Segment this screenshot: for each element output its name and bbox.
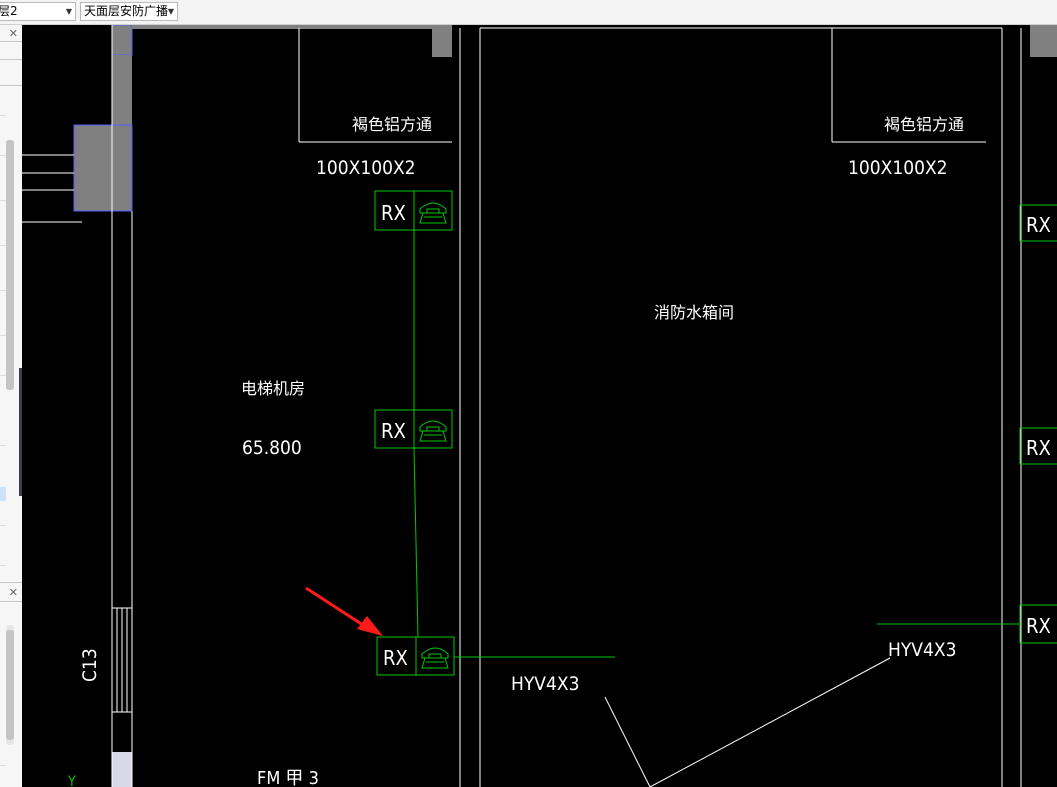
device-label: RX [1026, 614, 1051, 638]
wiring [413, 230, 1021, 658]
chevron-down-icon[interactable]: ▼ [168, 3, 174, 20]
column-block [111, 25, 133, 56]
door-ref-label: FM 甲 3 [257, 768, 319, 787]
panel-divider [0, 582, 22, 583]
leader-line [604, 696, 651, 787]
room-outlines [298, 27, 1022, 787]
cable-line [413, 447, 419, 638]
view-combo[interactable]: 天面层安防广播 ▼ [80, 2, 178, 21]
wall-cap [132, 25, 432, 29]
material-label: 褐色铝方通 [884, 115, 964, 134]
panel-divider [0, 85, 22, 86]
device-label: RX [1026, 436, 1051, 460]
red-arrow-icon [305, 586, 383, 636]
device-label: RX [1026, 213, 1051, 237]
panel-row[interactable] [0, 445, 6, 446]
panel-row[interactable] [0, 765, 6, 766]
panel-divider [0, 59, 22, 60]
panel-row[interactable] [0, 115, 6, 116]
column-block [1030, 25, 1057, 57]
panel-scrollbar-thumb[interactable] [6, 140, 14, 390]
layer-combo-value: 层2 [0, 4, 18, 18]
telephone-icon [419, 420, 447, 442]
left-column-structure [22, 25, 133, 787]
panel-row-selected[interactable] [0, 487, 6, 501]
column-block [73, 124, 133, 212]
column-block [112, 752, 132, 787]
panel-divider [0, 601, 22, 602]
cad-drawing[interactable]: RX RX RX RX RX RX 褐色铝方通 100X100X2 褐色铝方通 … [22, 25, 1057, 787]
rx-device[interactable]: RX [374, 409, 453, 449]
rx-device[interactable]: RX [374, 190, 453, 231]
chevron-down-icon[interactable]: ▼ [66, 3, 72, 20]
cable-spec-label: HYV4X3 [888, 639, 956, 661]
column-ref-label: C13 [79, 648, 101, 682]
size-label: 100X100X2 [316, 157, 416, 179]
device-label: RX [381, 201, 406, 225]
rx-device[interactable]: RX [1019, 204, 1057, 242]
device-label: RX [383, 646, 408, 670]
layer-combo[interactable]: 层2 ▼ [0, 2, 76, 21]
room-name-label: 消防水箱间 [654, 303, 734, 322]
view-combo-value: 天面层安防广播 [84, 4, 169, 18]
panel-divider [0, 41, 22, 42]
device-label: RX [381, 419, 406, 443]
telephone-icon [419, 202, 447, 224]
column-block [112, 55, 132, 125]
column-block [432, 25, 452, 57]
elevation-label: 65.800 [242, 437, 302, 459]
rx-device-selected[interactable]: RX [376, 636, 455, 676]
close-icon[interactable]: ✕ [9, 28, 18, 39]
telephone-icon [421, 647, 449, 669]
rx-device[interactable]: RX [1019, 604, 1057, 644]
ucs-y-axis-label: Y [67, 774, 76, 787]
cad-canvas[interactable]: RX RX RX RX RX RX 褐色铝方通 100X100X2 褐色铝方通 … [22, 25, 1057, 787]
panel-scrollbar-thumb[interactable] [6, 630, 14, 740]
material-label: 褐色铝方通 [352, 115, 432, 134]
close-icon[interactable]: ✕ [9, 587, 18, 598]
leader-line [649, 657, 891, 787]
cable-spec-label: HYV4X3 [511, 673, 579, 695]
panel-row[interactable] [0, 525, 6, 526]
panel-row[interactable] [0, 565, 6, 566]
rx-device[interactable]: RX [1019, 427, 1057, 465]
toolbar: 层2 ▼ 天面层安防广播 ▼ [0, 0, 1057, 25]
size-label: 100X100X2 [848, 157, 948, 179]
room-name-label: 电梯机房 [241, 379, 305, 398]
